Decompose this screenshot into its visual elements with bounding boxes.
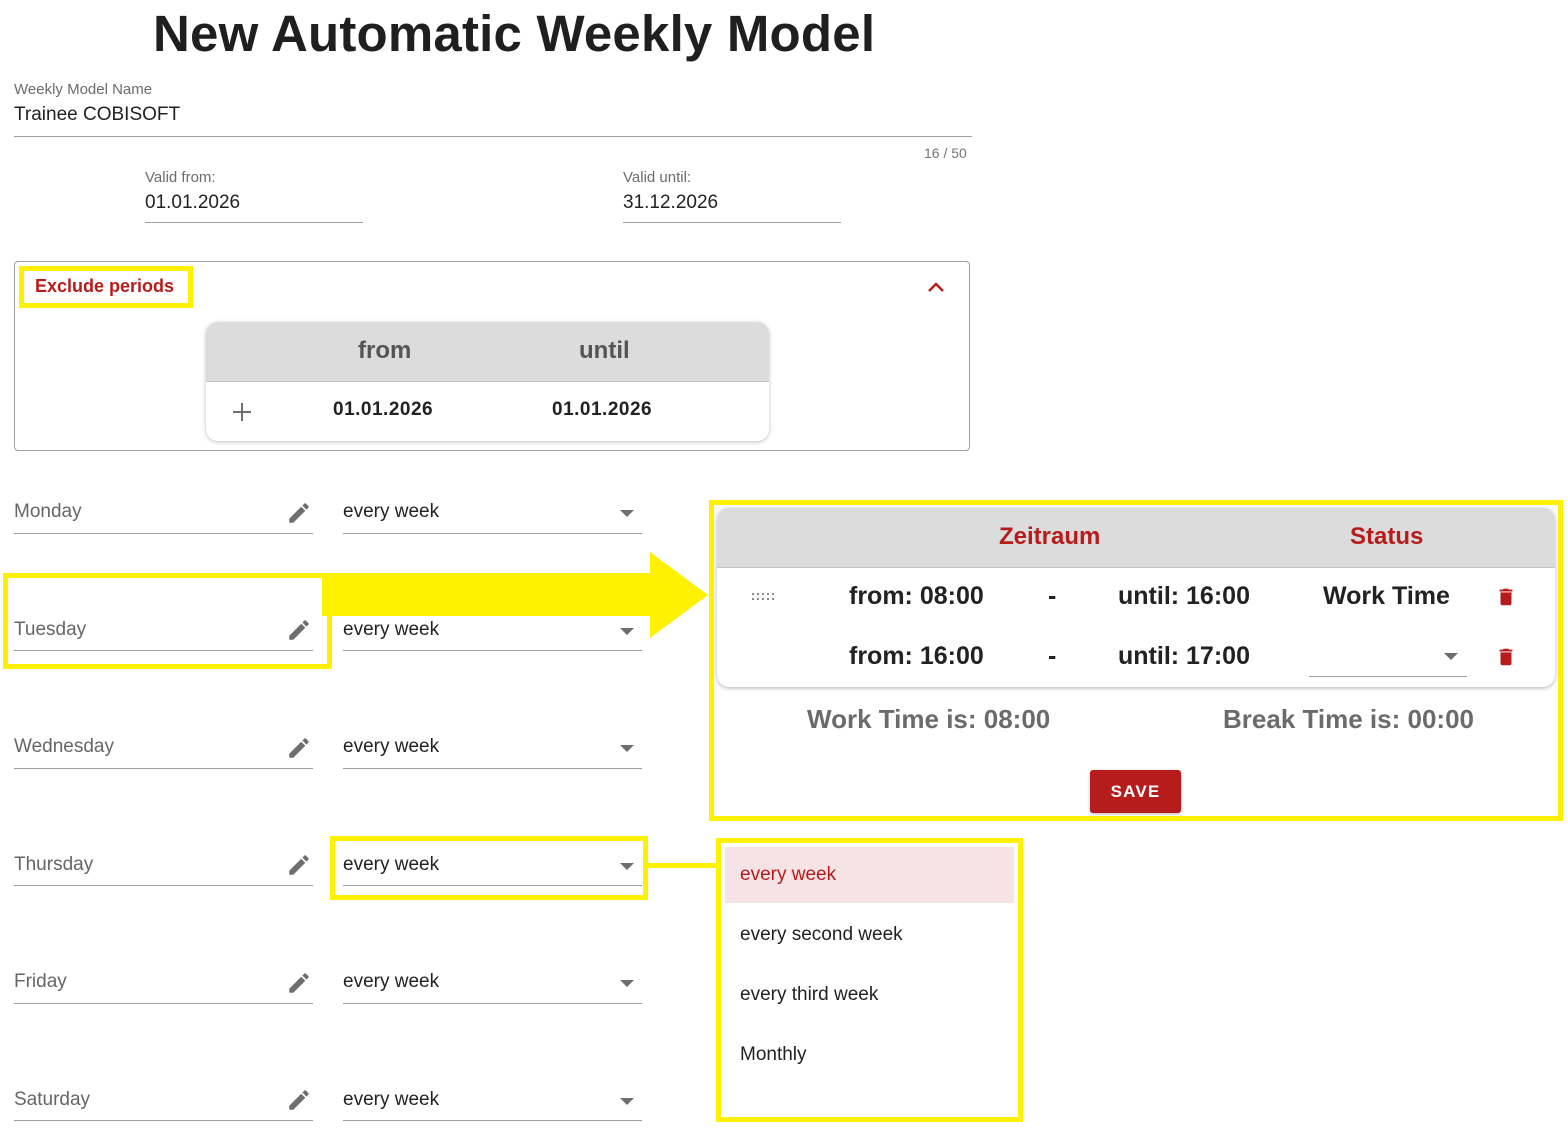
weekly-model-name-label: Weekly Model Name — [14, 81, 153, 98]
day-label-wednesday[interactable]: Wednesday — [14, 736, 114, 758]
save-button[interactable]: SAVE — [1090, 770, 1181, 813]
time-separator: - — [1048, 642, 1057, 670]
select-underline — [343, 1120, 642, 1121]
dropdown-arrow-icon[interactable] — [1444, 653, 1458, 660]
menu-item-every-week[interactable]: every week — [725, 847, 1014, 903]
dropdown-arrow-icon[interactable] — [620, 628, 634, 635]
day-underline — [14, 768, 313, 769]
valid-until-input[interactable]: 31.12.2026 — [623, 192, 718, 214]
day-underline — [14, 533, 313, 534]
character-counter: 16 / 50 — [924, 145, 967, 161]
exclude-periods-header: from until — [206, 322, 769, 382]
pencil-icon[interactable] — [286, 735, 312, 761]
break-time-summary: Break Time is: 00:00 — [1223, 704, 1474, 734]
column-header-until: until — [579, 337, 630, 364]
time-slots-header: Zeitraum Status — [717, 508, 1555, 568]
dropdown-arrow-icon[interactable] — [620, 1098, 634, 1105]
work-time-summary: Work Time is: 08:00 — [807, 704, 1051, 734]
day-label-thursday[interactable]: Thursday — [14, 854, 93, 876]
valid-until-underline — [623, 222, 841, 223]
time-until-2[interactable]: until: 17:00 — [1118, 642, 1250, 671]
day-label-monday[interactable]: Monday — [14, 501, 82, 523]
day-underline — [14, 885, 313, 886]
drag-handle-icon[interactable] — [752, 592, 778, 602]
pencil-icon[interactable] — [286, 500, 312, 526]
frequency-select-tuesday[interactable]: every week — [343, 619, 439, 641]
plus-icon[interactable] — [232, 402, 252, 422]
select-underline — [343, 533, 642, 534]
pencil-icon[interactable] — [286, 852, 312, 878]
exclude-periods-title[interactable]: Exclude periods — [35, 276, 174, 297]
frequency-select-thursday[interactable]: every week — [343, 854, 439, 876]
frequency-select-monday[interactable]: every week — [343, 501, 439, 523]
dropdown-arrow-icon[interactable] — [620, 863, 634, 870]
pencil-icon[interactable] — [286, 970, 312, 996]
menu-item-every-second-week[interactable]: every second week — [725, 907, 1014, 963]
frequency-select-wednesday[interactable]: every week — [343, 736, 439, 758]
menu-item-monthly[interactable]: Monthly — [725, 1027, 1014, 1083]
valid-from-label: Valid from: — [145, 169, 216, 186]
column-header-from: from — [358, 337, 412, 364]
trash-icon[interactable] — [1495, 644, 1517, 670]
page-title: New Automatic Weekly Model — [153, 5, 876, 62]
dropdown-arrow-icon[interactable] — [620, 980, 634, 987]
select-underline — [343, 885, 642, 886]
highlight-connector — [647, 863, 720, 868]
time-from-1[interactable]: from: 08:00 — [849, 582, 984, 611]
column-header-status: Status — [1350, 523, 1424, 550]
exclude-from-date[interactable]: 01.01.2026 — [333, 399, 433, 421]
weekly-model-name-input[interactable]: Trainee COBISOFT — [14, 104, 180, 126]
time-from-2[interactable]: from: 16:00 — [849, 642, 984, 671]
menu-item-every-third-week[interactable]: every third week — [725, 967, 1014, 1023]
pencil-icon[interactable] — [286, 617, 312, 643]
day-underline — [14, 1120, 313, 1121]
chevron-up-icon[interactable] — [926, 279, 946, 295]
day-label-saturday[interactable]: Saturday — [14, 1089, 90, 1111]
time-until-1[interactable]: until: 16:00 — [1118, 582, 1250, 611]
dropdown-arrow-icon[interactable] — [620, 745, 634, 752]
valid-from-underline — [145, 222, 363, 223]
status-value-1[interactable]: Work Time — [1323, 582, 1450, 611]
select-underline — [343, 1003, 642, 1004]
trash-icon[interactable] — [1495, 584, 1517, 610]
exclude-until-date[interactable]: 01.01.2026 — [552, 399, 652, 421]
dropdown-arrow-icon[interactable] — [620, 510, 634, 517]
valid-from-input[interactable]: 01.01.2026 — [145, 192, 240, 214]
frequency-select-saturday[interactable]: every week — [343, 1089, 439, 1111]
day-underline — [14, 1003, 313, 1004]
exclude-periods-table: from until 01.01.2026 01.01.2026 — [206, 322, 769, 441]
frequency-select-friday[interactable]: every week — [343, 971, 439, 993]
day-underline — [14, 650, 313, 651]
weekly-model-name-underline — [14, 136, 972, 137]
pencil-icon[interactable] — [286, 1087, 312, 1113]
day-label-tuesday[interactable]: Tuesday — [14, 619, 86, 641]
time-separator: - — [1048, 582, 1057, 610]
select-underline — [343, 768, 642, 769]
day-label-friday[interactable]: Friday — [14, 971, 67, 993]
status-select-underline — [1309, 676, 1467, 677]
column-header-period: Zeitraum — [999, 523, 1101, 550]
frequency-dropdown-menu: every week every second week every third… — [725, 847, 1014, 1113]
select-underline — [343, 650, 642, 651]
valid-until-label: Valid until: — [623, 169, 692, 186]
